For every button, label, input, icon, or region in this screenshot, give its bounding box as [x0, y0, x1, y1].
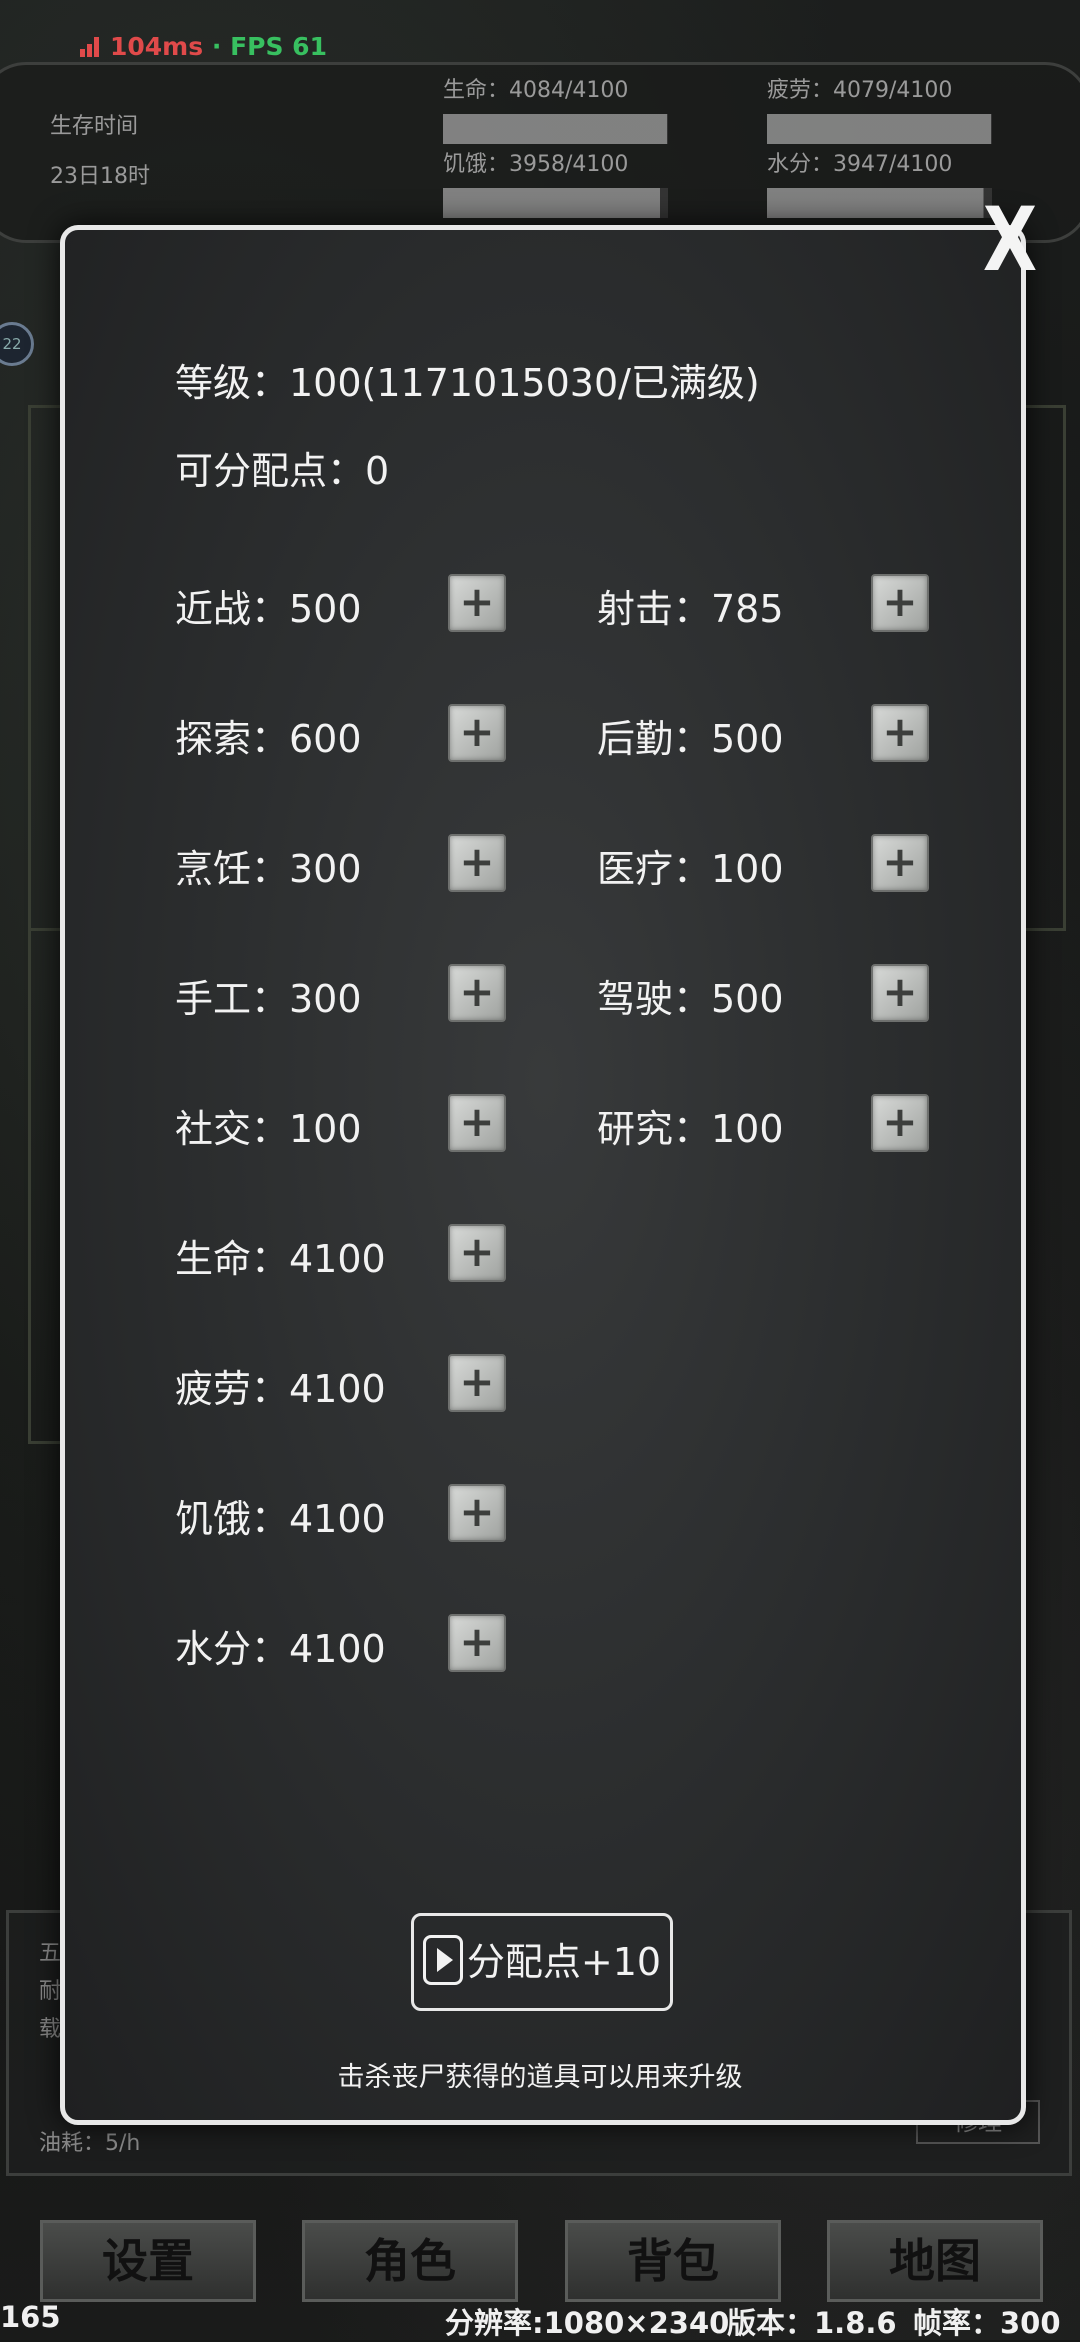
stat-fatigue: 疲劳：4079/4100	[767, 72, 992, 144]
play-video-icon	[422, 1935, 463, 1985]
stat-bar	[443, 188, 668, 218]
stat-label: 生命：4084/4100	[443, 78, 629, 103]
attr-explore: 探索：600	[175, 717, 362, 761]
attr-cooking: 烹饪：300	[175, 847, 362, 891]
attribute-dialog	[60, 225, 1026, 2125]
plus-crafting-button[interactable]: +	[448, 964, 506, 1022]
survival-time-value: 23日18时	[50, 164, 150, 189]
plus-driving-button[interactable]: +	[871, 964, 929, 1022]
plus-explore-button[interactable]: +	[448, 704, 506, 762]
info-line: 载	[39, 2017, 62, 2042]
attr-health: 生命：4100	[175, 1237, 386, 1281]
stat-bar	[767, 188, 992, 218]
plus-shooting-button[interactable]: +	[871, 574, 929, 632]
attr-shooting: 射击：785	[597, 587, 784, 631]
ad-button-label: 分配点+10	[466, 1940, 662, 1984]
backpack-button[interactable]: 背包	[565, 2220, 781, 2302]
stat-health: 生命：4084/4100	[443, 72, 668, 144]
stat-label: 水分：3947/4100	[767, 152, 953, 177]
plus-research-button[interactable]: +	[871, 1094, 929, 1152]
plus-hunger-button[interactable]: +	[448, 1484, 506, 1542]
plus-water-button[interactable]: +	[448, 1614, 506, 1672]
fps-separator: ·	[211, 32, 222, 61]
attr-water: 水分：4100	[175, 1627, 386, 1671]
level-text: 等级：100(1171015030/已满级)	[175, 361, 760, 405]
attr-research: 研究：100	[597, 1107, 784, 1151]
attr-melee: 近战：500	[175, 587, 362, 631]
attr-logistics: 后勤：500	[597, 717, 784, 761]
survival-time-label: 生存时间	[50, 114, 139, 139]
plus-fatigue-button[interactable]: +	[448, 1354, 506, 1412]
plus-medical-button[interactable]: +	[871, 834, 929, 892]
signal-icon	[80, 37, 104, 57]
latency-text: 104ms	[110, 32, 204, 61]
attr-medical: 医疗：100	[597, 847, 784, 891]
stat-bar	[443, 114, 668, 144]
fuel-consumption: 油耗：5/h	[39, 2131, 141, 2156]
plus-social-button[interactable]: +	[448, 1094, 506, 1152]
footer-resolution: 分辨率:1080×2340	[445, 2306, 730, 2340]
info-line: 耐	[39, 1979, 62, 2004]
attr-social: 社交：100	[175, 1107, 362, 1151]
plus-cooking-button[interactable]: +	[448, 834, 506, 892]
available-points-text: 可分配点：0	[175, 449, 390, 493]
stat-hunger: 饥饿：3958/4100	[443, 146, 668, 218]
attr-fatigue: 疲劳：4100	[175, 1367, 386, 1411]
footer-counter: 165	[0, 2300, 61, 2334]
plus-melee-button[interactable]: +	[448, 574, 506, 632]
upgrade-hint-text: 击杀丧尸获得的道具可以用来升级	[337, 2062, 743, 2093]
attr-crafting: 手工：300	[175, 977, 362, 1021]
stat-label: 饥饿：3958/4100	[443, 152, 629, 177]
plus-health-button[interactable]: +	[448, 1224, 506, 1282]
watch-ad-points-button[interactable]: 分配点+10	[411, 1913, 673, 2011]
attr-driving: 驾驶：500	[597, 977, 784, 1021]
footer-version: 版本：1.8.6	[727, 2306, 897, 2340]
stat-bar	[767, 114, 992, 144]
plus-logistics-button[interactable]: +	[871, 704, 929, 762]
settings-button[interactable]: 设置	[40, 2220, 256, 2302]
close-button[interactable]: X	[982, 195, 1038, 285]
map-button[interactable]: 地图	[827, 2220, 1043, 2302]
stat-label: 疲劳：4079/4100	[767, 78, 953, 103]
footer-framerate: 帧率：300	[913, 2306, 1061, 2340]
character-button[interactable]: 角色	[302, 2220, 518, 2302]
network-status: 104ms · FPS 61	[80, 32, 327, 61]
attr-hunger: 饥饿：4100	[175, 1497, 386, 1541]
fps-text: FPS 61	[230, 32, 327, 61]
stat-water: 水分：3947/4100	[767, 146, 992, 218]
info-line: 五	[39, 1941, 62, 1966]
